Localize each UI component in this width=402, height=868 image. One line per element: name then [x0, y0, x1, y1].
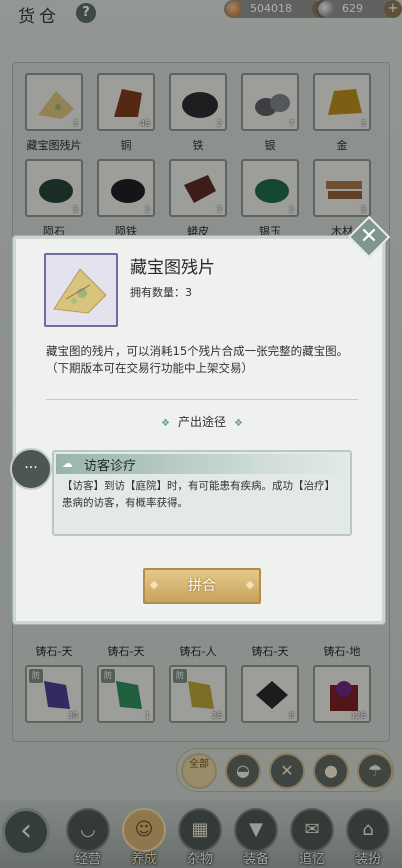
- item-owned-count: 拥有数量：3: [130, 286, 192, 299]
- cloud-icon: ☁: [62, 457, 73, 470]
- source-card[interactable]: ☁ 访客诊疗 【访客】到访【庭院】时，有可能患有疾病。成功【治疗】患病的访客，有…: [52, 450, 352, 536]
- item-description: 藏宝图的残片，可以消耗15个残片合成一张完整的藏宝图。（下期版本可在交易行功能中…: [46, 344, 349, 375]
- source-description: 【访客】到访【庭院】时，有可能患有疾病。成功【治疗】患病的访客，有概率获得。: [62, 480, 335, 509]
- source-title: 访客诊疗: [84, 459, 137, 474]
- divider: [46, 399, 358, 400]
- close-icon: ✕: [359, 224, 379, 249]
- source-section-title: ❖ 产出途径 ❖: [16, 413, 388, 430]
- item-name: 藏宝图残片: [130, 258, 215, 278]
- item-detail-modal: 藏宝图残片 拥有数量：3 藏宝图的残片，可以消耗15个残片合成一张完整的藏宝图。…: [13, 236, 385, 624]
- item-thumbnail: [44, 253, 118, 327]
- diamond-icon: ❖: [234, 418, 243, 429]
- map-fragment-icon: [53, 268, 107, 314]
- diamond-icon: ❖: [161, 418, 170, 429]
- source-section-label: 产出途径: [177, 415, 226, 429]
- chat-icon[interactable]: ···: [10, 448, 52, 490]
- source-card-header: ☁ 访客诊疗: [56, 454, 348, 474]
- merge-button[interactable]: 拼合: [143, 568, 261, 604]
